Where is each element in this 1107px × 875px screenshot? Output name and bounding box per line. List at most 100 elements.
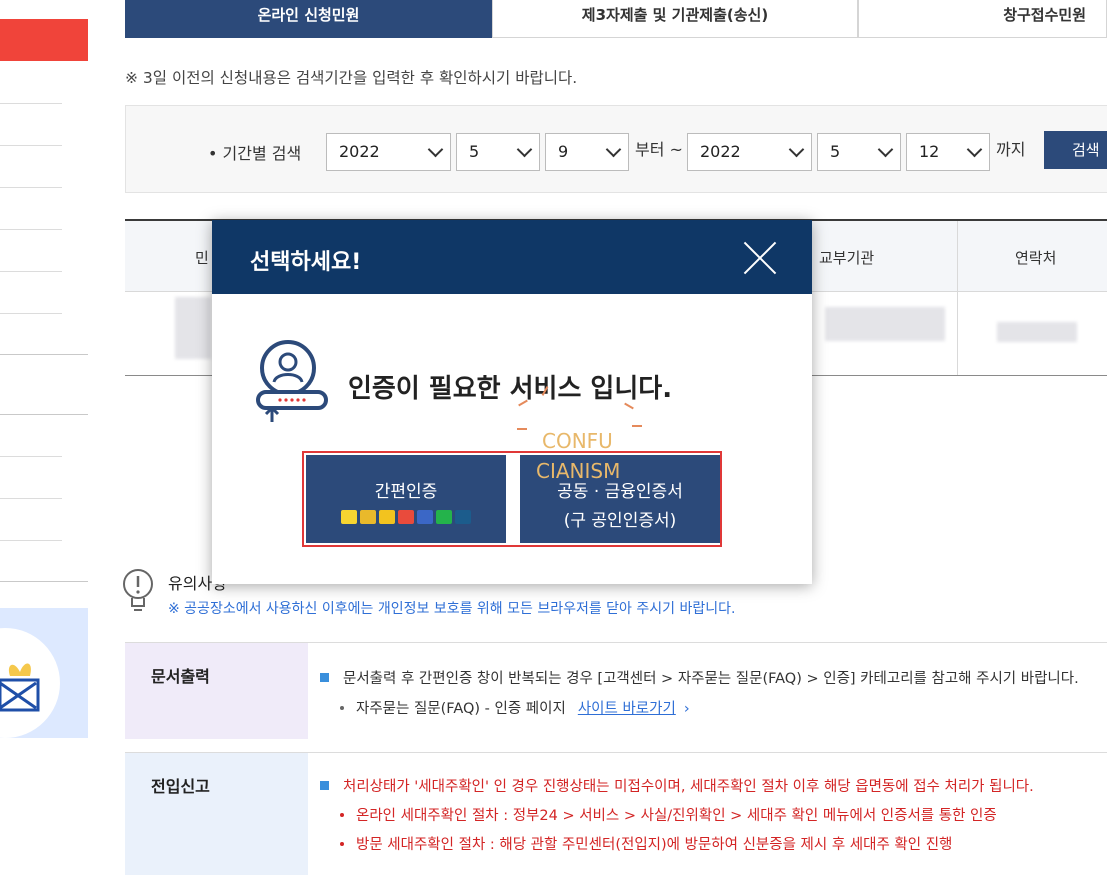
blurred-cell <box>997 322 1077 342</box>
column-header: 교부기관 <box>819 249 875 267</box>
chevron-down-icon <box>605 141 622 158</box>
info-head: 전입신고 <box>125 753 308 875</box>
to-day-value: 12 <box>919 142 940 161</box>
sidebar-active-item[interactable] <box>0 19 88 61</box>
caution-text: ※ 공공장소에서 사용하신 이후에는 개인정보 보호를 위해 모든 브라우저를 … <box>168 601 736 617</box>
sidebar-divider <box>0 313 62 314</box>
sidebar-divider <box>0 414 88 415</box>
info-body: 문서출력 후 간편인증 창이 반복되는 경우 [고객센터 > 자주묻는 질문(F… <box>308 643 1107 739</box>
bullet-dot-icon <box>340 813 344 817</box>
modal-title: 선택하세요! <box>250 250 362 275</box>
info-head-label: 전입신고 <box>151 777 210 796</box>
column-divider <box>957 292 958 376</box>
lightbulb-icon <box>123 569 153 611</box>
simple-auth-label: 간편인증 <box>374 482 438 502</box>
tab-online-application[interactable]: 온라인 신청민원 <box>125 0 492 38</box>
from-month-select[interactable]: 5 <box>456 133 540 171</box>
auth-choice-group: 간편인증 공동 · 금융인증서 (구 공인인증서) <box>302 451 722 547</box>
search-period-notice: ※ 3일 이전의 신청내용은 검색기간을 입력한 후 확인하시기 바랍니다. <box>125 69 578 87</box>
sidebar-divider <box>0 354 88 355</box>
tab-third-party-submission[interactable]: 제3자제출 및 기관제출(송신) <box>492 0 858 38</box>
pass-logo-icon <box>360 510 376 524</box>
from-word: 부터 ~ <box>635 140 683 159</box>
sidebar-divider <box>0 581 88 582</box>
bullet-dot-icon <box>340 842 344 846</box>
left-sidebar <box>0 0 88 874</box>
to-month-value: 5 <box>830 142 841 161</box>
chevron-right-icon[interactable]: › <box>684 701 690 717</box>
from-year-value: 2022 <box>339 142 380 161</box>
to-word: 까지 <box>996 140 1026 159</box>
column-header: 민 <box>195 249 209 267</box>
bullet-square-icon <box>320 673 329 682</box>
info-row-move-in-report: 전입신고 처리상태가 '세대주확인' 인 경우 진행상태는 미접수이며, 세대주… <box>125 752 1107 875</box>
from-day-value: 9 <box>558 142 569 161</box>
simple-auth-button[interactable]: 간편인증 <box>306 455 506 543</box>
modal-header: 선택하세요! <box>212 220 812 294</box>
spark-decoration <box>632 425 642 427</box>
info-head-label: 문서출력 <box>151 667 210 686</box>
sidebar-divider <box>0 498 62 499</box>
spark-decoration <box>517 428 527 430</box>
watermark: CONFU CIANISM <box>536 426 620 486</box>
site-shortcut-link[interactable]: 사이트 바로가기 <box>578 701 676 717</box>
kb-logo-icon <box>417 510 433 524</box>
bullet-dot-icon <box>340 706 344 710</box>
column-divider <box>957 221 958 294</box>
info-body: 처리상태가 '세대주확인' 인 경우 진행상태는 미접수이며, 세대주확인 절차… <box>308 753 1107 875</box>
info-sub-text: 자주묻는 질문(FAQ) - 인증 페이지 <box>356 701 566 717</box>
sidebar-divider <box>0 540 62 541</box>
from-day-select[interactable]: 9 <box>545 133 629 171</box>
chevron-down-icon <box>877 141 894 158</box>
info-sub-line: 자주묻는 질문(FAQ) - 인증 페이지 사이트 바로가기 › <box>340 697 690 718</box>
bullet-square-icon <box>320 781 329 790</box>
tab-bar: 온라인 신청민원 제3자제출 및 기관제출(송신) 창구접수민원 <box>125 0 1107 40</box>
chevron-down-icon <box>427 141 444 158</box>
to-year-select[interactable]: 2022 <box>687 133 812 171</box>
period-search-panel: • 기간별 검색 2022 5 9 부터 ~ 2022 5 12 까지 검색 <box>125 105 1107 193</box>
sidebar-promo-banner[interactable] <box>0 608 88 738</box>
search-button[interactable]: 검색 <box>1044 131 1107 169</box>
auth-provider-logos <box>306 510 506 524</box>
info-sub-line: 온라인 세대주확인 절차 : 정부24 > 서비스 > 사실/진위확인 > 세대… <box>340 804 997 825</box>
info-line: 처리상태가 '세대주확인' 인 경우 진행상태는 미접수이며, 세대주확인 절차… <box>320 775 1034 796</box>
info-row-document-print: 문서출력 문서출력 후 간편인증 창이 반복되는 경우 [고객센터 > 자주묻는… <box>125 642 1107 739</box>
sidebar-divider <box>0 103 62 104</box>
info-line-text: 문서출력 후 간편인증 창이 반복되는 경우 [고객센터 > 자주묻는 질문(F… <box>343 671 1079 687</box>
from-month-value: 5 <box>469 142 480 161</box>
blurred-cell <box>175 297 211 359</box>
chevron-down-icon <box>516 141 533 158</box>
info-line-text: 처리상태가 '세대주확인' 인 경우 진행상태는 미접수이며, 세대주확인 절차… <box>343 779 1034 795</box>
info-head: 문서출력 <box>125 643 308 739</box>
auth-select-modal: 선택하세요! 인증이 필요한 서비스 입니다. 간편인증 공동 · 금융인증서 … <box>212 220 812 584</box>
to-month-select[interactable]: 5 <box>817 133 901 171</box>
watermark-line: CONFU <box>542 429 613 453</box>
samsung-pass-logo-icon <box>379 510 395 524</box>
info-line: 문서출력 후 간편인증 창이 반복되는 경우 [고객센터 > 자주묻는 질문(F… <box>320 667 1079 688</box>
tab-counter-application[interactable]: 창구접수민원 <box>858 0 1107 38</box>
info-sub-line: 방문 세대주확인 절차 : 해당 관할 주민센터(전입지)에 방문하여 신분증을… <box>340 833 952 854</box>
naver-logo-icon <box>436 510 452 524</box>
sidebar-divider <box>0 456 62 457</box>
joint-cert-sublabel: (구 공인인증서) <box>563 511 677 531</box>
kakao-logo-icon <box>341 510 357 524</box>
sidebar-divider <box>0 229 62 230</box>
chevron-down-icon <box>966 141 983 158</box>
close-icon[interactable] <box>742 240 778 276</box>
sidebar-divider <box>0 145 62 146</box>
chevron-down-icon <box>788 141 805 158</box>
shinhan-logo-icon <box>455 510 471 524</box>
info-sub-text: 방문 세대주확인 절차 : 해당 관할 주민센터(전입지)에 방문하여 신분증을… <box>356 837 953 853</box>
sidebar-divider <box>0 271 62 272</box>
payco-logo-icon <box>398 510 414 524</box>
sidebar-divider <box>0 187 62 188</box>
from-year-select[interactable]: 2022 <box>326 133 451 171</box>
period-search-label: • 기간별 검색 <box>208 144 302 163</box>
blurred-cell <box>825 307 945 341</box>
info-sub-text: 온라인 세대주확인 절차 : 정부24 > 서비스 > 사실/진위확인 > 세대… <box>356 808 997 824</box>
watermark-line: CIANISM <box>536 459 621 483</box>
to-day-select[interactable]: 12 <box>906 133 990 171</box>
to-year-value: 2022 <box>700 142 741 161</box>
gift-icon <box>0 663 40 712</box>
modal-message: 인증이 필요한 서비스 입니다. <box>348 374 673 404</box>
